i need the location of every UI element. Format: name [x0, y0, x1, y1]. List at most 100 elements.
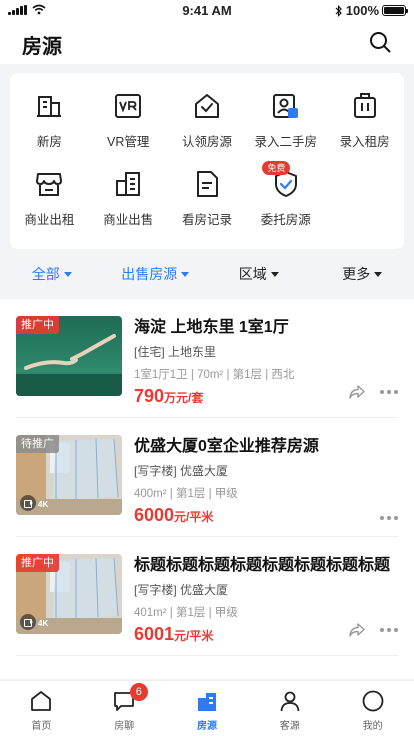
- service-grid-card: 新房 VR管理 认领房源 录入二手房 录入租房 商业出租 商业出售 看房记录 免…: [10, 73, 404, 249]
- service-label: 看房记录: [181, 213, 232, 227]
- listing-item[interactable]: 推广中 4K 标题标题标题标题标题标题标题标题 [写字楼] 优盛大厦 401m²…: [16, 537, 398, 656]
- battery-percent: 100%: [345, 3, 379, 18]
- service-label: 商业出售: [103, 213, 154, 227]
- service-viewing-records[interactable]: 看房记录: [168, 169, 247, 247]
- tab-label: 首页: [31, 721, 52, 732]
- promotion-tag: 待推广: [16, 435, 59, 453]
- promotion-tag: 推广中: [16, 554, 59, 572]
- tab-label: 房源: [196, 721, 217, 732]
- listings-icon: [197, 693, 216, 711]
- filter-label: 区域: [238, 266, 267, 282]
- service-entrusted-listing[interactable]: 免费 委托房源: [246, 161, 325, 247]
- service-add-rental[interactable]: 录入租房: [325, 91, 404, 169]
- document-icon: [196, 171, 218, 197]
- listing-thumbnail: 推广中 4K: [16, 554, 122, 634]
- video-quality-label: 4K: [38, 500, 49, 509]
- tab-clients[interactable]: 客源: [248, 681, 331, 736]
- service-claim-listing[interactable]: 认领房源: [168, 91, 247, 169]
- promotion-tag: 推广中: [16, 316, 59, 334]
- caret-down-icon: [270, 272, 279, 277]
- share-icon[interactable]: [348, 383, 366, 401]
- unread-badge: 6: [129, 683, 148, 701]
- video-quality-label: 4K: [38, 619, 49, 628]
- service-label: VR管理: [107, 135, 150, 149]
- price-value: 6000: [134, 505, 175, 525]
- filter-for-sale[interactable]: 出售房源: [104, 249, 208, 299]
- tab-chat[interactable]: 6 房聊: [83, 681, 166, 736]
- share-icon[interactable]: [348, 621, 366, 639]
- page-title: 房源: [22, 36, 62, 58]
- listing-item[interactable]: 待推广 4K 优盛大厦0室企业推荐房源 [写字楼] 优盛大厦 400m² | 第…: [16, 418, 398, 537]
- office-building-icon: [116, 172, 141, 196]
- tab-label: 我的: [362, 721, 383, 732]
- video-icon: [20, 495, 36, 511]
- home-icon: [31, 691, 52, 711]
- vr-icon: [115, 94, 142, 118]
- more-icon[interactable]: [380, 516, 398, 520]
- service-new-house[interactable]: 新房: [10, 91, 89, 169]
- filter-label: 全部: [31, 266, 60, 282]
- filter-bar: 全部 出售房源 区域 更多: [0, 249, 414, 299]
- filter-label: 出售房源: [121, 266, 178, 282]
- building-icon: [37, 96, 62, 117]
- tab-home[interactable]: 首页: [0, 681, 83, 736]
- listing-title: 海淀 上地东里 1室1厅: [134, 319, 289, 336]
- listing-title: 优盛大厦0室企业推荐房源: [134, 438, 319, 455]
- person-icon: [280, 691, 300, 712]
- house-check-icon: [194, 94, 219, 118]
- listing-thumbnail: 推广中: [16, 316, 122, 396]
- listing-thumbnail: 待推广 4K: [16, 435, 122, 515]
- bluetooth-icon: [335, 4, 342, 17]
- service-commercial-sale[interactable]: 商业出售: [89, 169, 168, 247]
- search-icon[interactable]: [368, 30, 392, 54]
- service-add-resale[interactable]: 录入二手房: [246, 91, 325, 169]
- more-icon[interactable]: [380, 390, 398, 394]
- listing-details: 1室1厅1卫 | 70m² | 第1层 | 西北: [134, 369, 295, 381]
- listing-subtitle: [写字楼] 优盛大厦: [134, 464, 229, 478]
- service-label: 录入二手房: [254, 135, 318, 149]
- more-icon[interactable]: [380, 628, 398, 632]
- door-icon: [353, 93, 376, 118]
- tab-me[interactable]: 我的: [331, 681, 414, 736]
- tab-label: 房聊: [114, 721, 135, 732]
- filter-region[interactable]: 区域: [207, 249, 311, 299]
- service-label: 认领房源: [181, 135, 232, 149]
- video-icon: [20, 614, 36, 630]
- service-grid: 新房 VR管理 认领房源 录入二手房 录入租房 商业出租 商业出售 看房记录 免…: [10, 73, 404, 247]
- listing-price: 6000元/平米: [134, 505, 398, 526]
- filter-label: 更多: [342, 266, 371, 282]
- caret-down-icon: [63, 272, 72, 277]
- listing-info: 优盛大厦0室企业推荐房源 [写字楼] 优盛大厦 400m² | 第1层 | 甲级…: [134, 432, 398, 526]
- price-unit: 元/平米: [174, 510, 214, 524]
- free-badge: 免费: [262, 161, 291, 175]
- filter-more[interactable]: 更多: [311, 249, 414, 299]
- price-value: 790: [134, 386, 165, 406]
- listing-item[interactable]: 推广中 海淀 上地东里 1室1厅 [住宅] 上地东里 1室1厅1卫 | 70m²…: [16, 299, 398, 418]
- service-label: 委托房源: [260, 213, 311, 227]
- listing-actions: [348, 621, 398, 639]
- header: 房源: [0, 22, 414, 64]
- caret-down-icon: [181, 272, 190, 277]
- listing-details: 400m² | 第1层 | 甲级: [134, 488, 238, 500]
- filter-all[interactable]: 全部: [0, 249, 104, 299]
- tab-label: 客源: [279, 721, 300, 732]
- service-label: 新房: [36, 135, 62, 149]
- service-label: 商业出租: [24, 213, 75, 227]
- price-value: 6001: [134, 624, 175, 644]
- price-unit: 万元/套: [164, 391, 204, 405]
- id-card-icon: [272, 94, 298, 118]
- battery-icon: [382, 5, 408, 16]
- tab-listings[interactable]: 房源: [166, 681, 249, 736]
- listing-subtitle: [住宅] 上地东里: [134, 345, 217, 359]
- listing-details: 401m² | 第1层 | 甲级: [134, 607, 238, 619]
- listing-actions: [380, 516, 398, 520]
- listing-subtitle: [写字楼] 优盛大厦: [134, 583, 229, 597]
- profile-circle-icon: [362, 690, 383, 712]
- price-unit: 元/平米: [174, 629, 214, 643]
- service-label: 录入租房: [339, 135, 390, 149]
- status-right: 100%: [335, 3, 408, 18]
- service-vr-manage[interactable]: VR管理: [89, 91, 168, 169]
- status-bar: 9:41 AM 100%: [0, 0, 414, 22]
- shop-icon: [36, 173, 63, 196]
- service-commercial-rent[interactable]: 商业出租: [10, 169, 89, 247]
